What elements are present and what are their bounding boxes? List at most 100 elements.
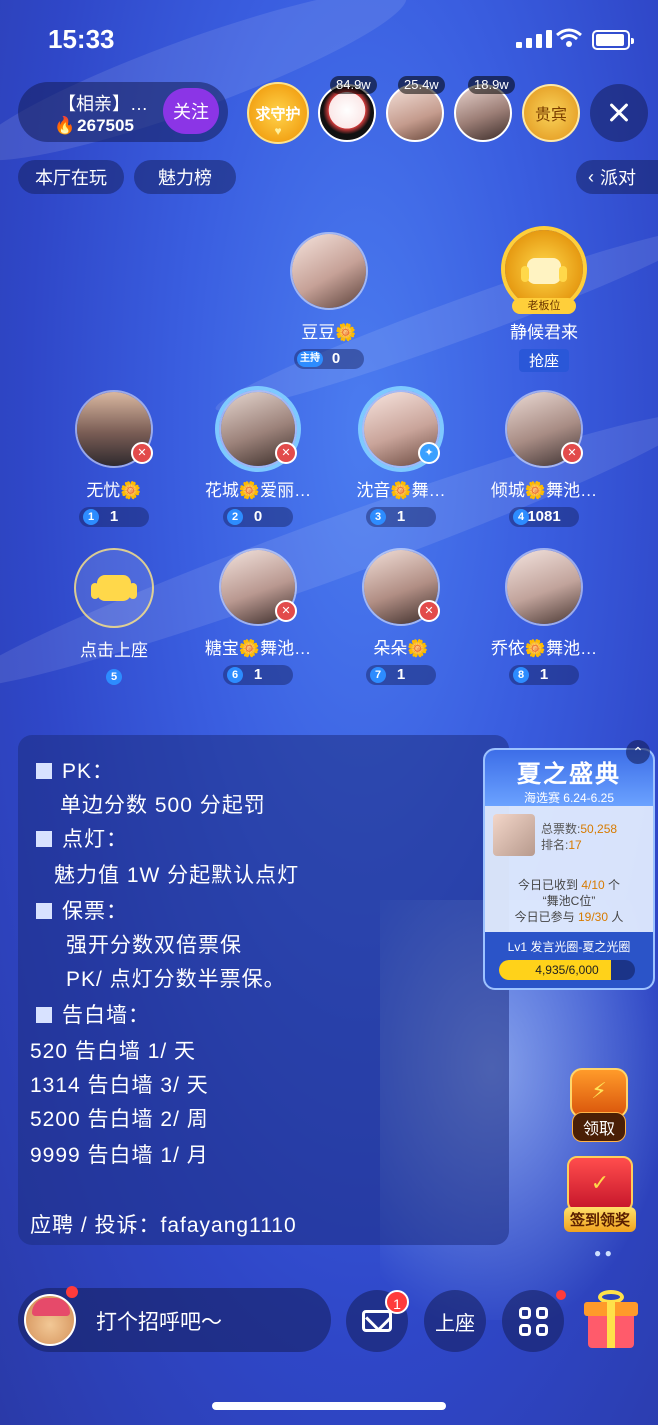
seat-score: 4 1081 — [509, 507, 579, 527]
notice-line: 告白墙： — [36, 999, 150, 1029]
mic-muted-icon: ✕ — [131, 442, 153, 464]
heart-icon: ♥ — [274, 124, 282, 138]
seat-score: 61 — [223, 665, 293, 685]
boss-seat-name: 静候君来 — [510, 323, 578, 342]
mic-seat-5[interactable]: 点击上座 5 — [44, 548, 184, 687]
seat-score: 71 — [366, 665, 436, 685]
host-tag: 主持 — [297, 351, 323, 367]
chevron-left-icon: ‹ — [588, 166, 594, 187]
seat-avatar: ✕ — [219, 548, 297, 626]
notice-line: 强开分数双倍票保 — [66, 934, 242, 957]
close-button[interactable] — [590, 84, 648, 142]
claim-button[interactable]: 领取 — [562, 1068, 636, 1142]
take-seat-button[interactable]: 上座 — [424, 1290, 486, 1352]
event-progress-bar: 4,935/6,000 — [499, 960, 635, 980]
seat-name: 花城 — [204, 481, 239, 500]
host-seat[interactable]: 豆豆🌼 主持 0 — [259, 232, 399, 369]
mic-muted-icon: ✕ — [275, 442, 297, 464]
seat-name: 糖宝 — [204, 639, 239, 658]
flower-icon: 🌼 — [524, 481, 547, 500]
grid-icon — [518, 1306, 548, 1336]
more-dot — [556, 1290, 566, 1300]
seat-avatar: ✕ — [505, 390, 583, 468]
mic-seat-7[interactable]: ✕ 朵朵🌼 71 — [331, 548, 471, 685]
seat-name-suffix: 舞池… — [546, 639, 598, 658]
notice-line: 9999 告白墙 1/ 月 — [30, 1144, 209, 1167]
flower-icon: 🌼 — [238, 481, 261, 500]
empty-seat-icon — [74, 548, 154, 628]
notice-line: 单边分数 500 分起罚 — [60, 794, 266, 817]
my-avatar[interactable] — [24, 1294, 76, 1346]
gift-button[interactable] — [584, 1290, 638, 1350]
notice-line: PK： — [36, 755, 114, 785]
flower-icon: 🌼 — [407, 639, 429, 658]
seat-name-suffix: 舞池… — [260, 639, 312, 658]
flower-icon: 🌼 — [120, 481, 142, 500]
home-indicator[interactable] — [212, 1402, 446, 1410]
seat-name: 无忧 — [86, 481, 121, 500]
lightning-icon — [570, 1068, 628, 1118]
mic-muted-icon: ✕ — [275, 600, 297, 622]
sofa-icon — [91, 575, 137, 601]
seat-number: 1 — [83, 509, 99, 525]
mic-muted-icon: ✕ — [561, 442, 583, 464]
charm-rank-chip[interactable]: 魅力榜 — [134, 160, 236, 194]
seat-score: 11 — [79, 507, 149, 527]
seat-score: 5 — [102, 667, 126, 687]
seat-number: 3 — [370, 509, 386, 525]
mic-muted-icon: ✕ — [418, 600, 440, 622]
signal-icon — [516, 30, 552, 48]
room-notice-board[interactable]: PK： 单边分数 500 分起罚 点灯： 魅力值 1W 分起默认点灯 保票： 强… — [18, 735, 509, 1245]
mic-seat-1[interactable]: ✕ 无忧🌼 11 — [44, 390, 184, 527]
collapse-icon[interactable]: ⌃ — [626, 740, 650, 764]
event-rank: 17 — [568, 838, 582, 852]
seat-score: 81 — [509, 665, 579, 685]
claim-label: 领取 — [571, 1112, 626, 1142]
event-thumbnail — [493, 814, 535, 856]
top-viewer-badge-2: 25.4w — [398, 76, 445, 94]
seat-name-suffix: 爱丽… — [260, 481, 312, 500]
event-dates: 海选赛 6.24-6.25 — [523, 791, 615, 805]
chat-input[interactable]: 打个招呼吧～ — [18, 1286, 331, 1352]
event-total-votes: 50,258 — [580, 822, 618, 836]
mic-seat-3[interactable]: ✦ 沈音🌼舞… 31 — [331, 390, 471, 527]
boss-seat[interactable]: 老板位 静候君来 抢座 — [474, 230, 614, 372]
seat-name-suffix: 舞池… — [546, 481, 598, 500]
notice-line: 魅力值 1W 分起默认点灯 — [54, 864, 300, 887]
seat-number: 8 — [513, 667, 529, 683]
host-avatar — [290, 232, 368, 310]
boss-seat-tag: 老板位 — [512, 298, 576, 314]
notification-dot — [66, 1286, 78, 1298]
flame-icon: 🔥 — [54, 116, 76, 135]
notice-line: PK/ 点灯分数半票保。 — [66, 968, 286, 991]
follow-button[interactable]: 关注 — [163, 88, 219, 134]
seat-name: 沈音 — [356, 481, 391, 500]
party-chip[interactable]: ‹ 派对 — [576, 160, 658, 194]
seat-avatar: ✦ — [362, 390, 440, 468]
vip-button[interactable]: 贵宾 — [522, 84, 580, 142]
now-playing-chip[interactable]: 本厅在玩 — [18, 160, 124, 194]
mic-seat-2[interactable]: ✕ 花城🌼爱丽… 20 — [188, 390, 328, 527]
seat-name: 倾城 — [490, 481, 525, 500]
message-count-badge: 1 — [385, 1290, 409, 1314]
mic-seat-6[interactable]: ✕ 糖宝🌼舞池… 61 — [188, 548, 328, 685]
flower-icon: 🌼 — [335, 323, 357, 342]
event-card[interactable]: 夏之盛典 海选赛 6.24-6.25 总票数:50,258 排名:17 今日已收… — [483, 748, 655, 990]
signin-reward-button[interactable]: 签到领奖 — [560, 1156, 640, 1232]
event-joined: 19/30 — [577, 910, 609, 924]
chat-placeholder: 打个招呼吧～ — [96, 1311, 222, 1334]
seat-avatar: ✕ — [219, 390, 297, 468]
seat-score: 31 — [366, 507, 436, 527]
more-button[interactable] — [502, 1290, 564, 1352]
mic-seat-8[interactable]: 乔依🌼舞池… 81 — [474, 548, 614, 685]
status-bar: 15:33 — [0, 0, 658, 70]
guard-button[interactable]: 求守护 ♥ — [247, 82, 309, 144]
seat-avatar: ✕ — [362, 548, 440, 626]
host-score: 主持 0 — [294, 349, 364, 369]
seat-name: 点击上座 — [80, 641, 148, 660]
notice-line: 5200 告白墙 2/ 周 — [30, 1108, 209, 1131]
status-time: 15:33 — [48, 24, 115, 54]
mic-seat-4[interactable]: ✕ 倾城🌼舞池… 4 1081 — [474, 390, 614, 527]
seat-name: 朵朵 — [373, 639, 408, 658]
grab-seat-button[interactable]: 抢座 — [518, 349, 569, 372]
